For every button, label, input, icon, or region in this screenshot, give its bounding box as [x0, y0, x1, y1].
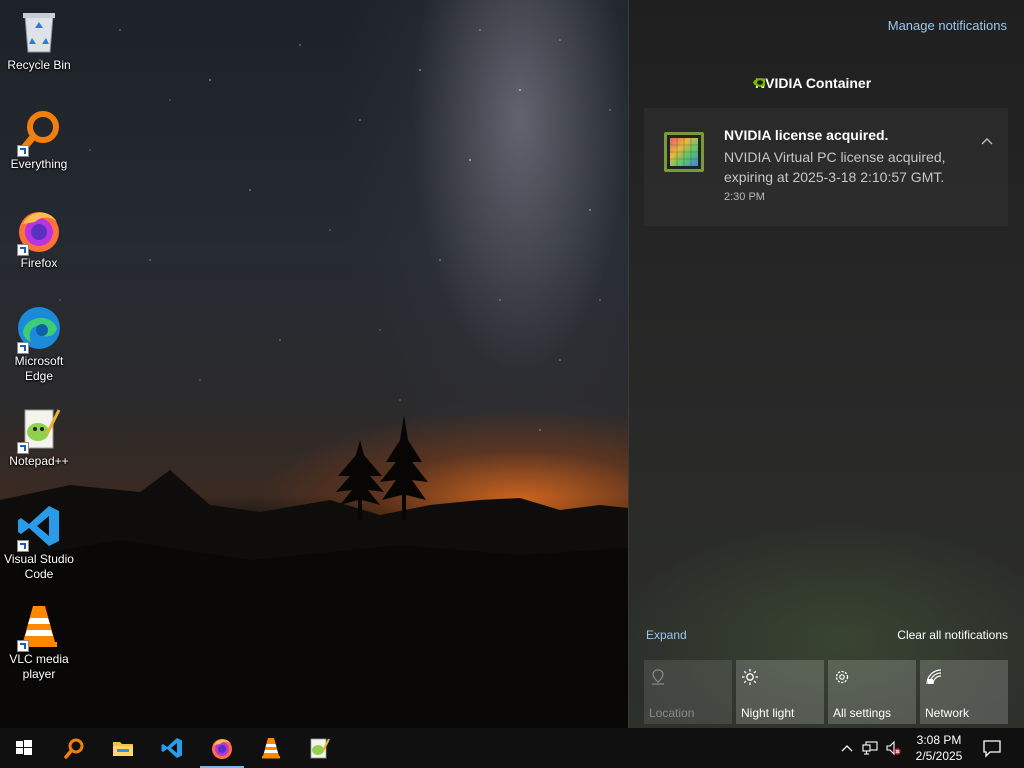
everything-search-icon [15, 107, 63, 157]
clear-all-notifications-link[interactable]: Clear all notifications [897, 628, 1008, 642]
brightness-icon [742, 669, 758, 685]
taskbar-firefox[interactable] [198, 728, 246, 768]
desktop-icon-label: Everything [10, 157, 68, 171]
nvidia-logo-icon [753, 78, 765, 87]
desktop-icon-everything[interactable]: Everything [0, 101, 78, 172]
wallpaper-scene [0, 29, 628, 728]
desktop-icon-label: Visual Studio Code [4, 552, 74, 581]
desktop-icon-firefox[interactable]: Firefox [0, 200, 78, 271]
nvidia-chip-icon [664, 132, 704, 172]
chevron-up-icon[interactable] [980, 136, 994, 146]
shortcut-arrow-icon [17, 145, 29, 157]
start-button[interactable] [0, 728, 48, 768]
quick-action-network[interactable]: Network [920, 660, 1008, 724]
quick-action-night-light[interactable]: Night light [736, 660, 824, 724]
notepad-plus-plus-icon [310, 738, 330, 759]
firefox-icon [15, 206, 63, 256]
vlc-icon [15, 602, 63, 652]
notification-time: 2:30 PM [724, 191, 765, 203]
file-explorer-icon [113, 742, 133, 756]
vlc-icon [262, 738, 280, 759]
desktop-icon-label: Firefox [20, 256, 58, 270]
desktop-icon-label: Recycle Bin [7, 58, 71, 72]
everything-search-icon [64, 738, 84, 759]
edge-icon [15, 304, 63, 354]
notification-group-header[interactable]: NVIDIA Container [755, 75, 871, 91]
shortcut-arrow-icon [17, 442, 29, 454]
chevron-up-icon[interactable] [839, 740, 855, 756]
expand-quick-actions-link[interactable]: Expand [646, 628, 687, 642]
vscode-icon [15, 502, 63, 552]
shortcut-arrow-icon [17, 640, 29, 652]
taskbar-clock[interactable]: 3:08 PM 2/5/2025 [908, 732, 970, 764]
taskbar: 3:08 PM 2/5/2025 [0, 728, 1024, 768]
desktop-icon-notepad-plus-plus[interactable]: Notepad++ [0, 398, 78, 469]
start-icon [16, 740, 32, 755]
quick-action-all-settings[interactable]: All settings [828, 660, 916, 724]
clock-date: 2/5/2025 [915, 749, 963, 763]
taskbar-file-explorer[interactable] [99, 728, 147, 768]
desktop-icon-recycle-bin[interactable]: Recycle Bin [0, 2, 78, 73]
desktop-icon-label: Microsoft Edge [14, 354, 64, 383]
desktop-icon-vscode[interactable]: Visual Studio Code [0, 496, 78, 582]
desktop-icon-vlc[interactable]: VLC media player [0, 596, 78, 682]
vscode-icon [161, 738, 182, 758]
shortcut-arrow-icon [17, 244, 29, 256]
desktop-icon-label: Notepad++ [9, 454, 69, 468]
taskbar-vscode[interactable] [148, 728, 196, 768]
quick-action-label: Network [925, 706, 970, 720]
recycle-bin-icon [15, 8, 63, 56]
quick-action-label: All settings [833, 706, 892, 720]
manage-notifications-link[interactable]: Manage notifications [888, 18, 1007, 33]
quick-action-label: Night light [741, 706, 795, 720]
notification-icon [983, 740, 1001, 758]
shortcut-arrow-icon [17, 342, 29, 354]
location-icon [652, 669, 664, 685]
action-center-button[interactable] [972, 728, 1012, 768]
taskbar-vlc[interactable] [247, 728, 295, 768]
notification-title: NVIDIA license acquired. [724, 127, 889, 143]
firefox-icon [212, 739, 232, 759]
network-icon [926, 669, 942, 685]
desktop-wallpaper [0, 0, 628, 728]
quick-action-location[interactable]: Location [644, 660, 732, 724]
taskbar-everything[interactable] [50, 728, 98, 768]
quick-action-label: Location [649, 706, 695, 720]
desktop-icon-edge[interactable]: Microsoft Edge [0, 298, 78, 384]
clock-time: 3:08 PM [916, 733, 962, 747]
network-icon[interactable] [862, 740, 878, 756]
notification-card[interactable]: NVIDIA license acquired. NVIDIA Virtual … [644, 108, 1008, 226]
shortcut-arrow-icon [17, 540, 29, 552]
notepad-plus-plus-icon [15, 404, 63, 454]
notification-body: NVIDIA Virtual PC license acquired, expi… [724, 149, 946, 185]
desktop-icon-label: VLC media player [9, 652, 69, 681]
taskbar-notepad-plus-plus[interactable] [295, 728, 343, 768]
gear-icon [835, 670, 849, 684]
volume-muted-icon[interactable] [885, 740, 901, 756]
